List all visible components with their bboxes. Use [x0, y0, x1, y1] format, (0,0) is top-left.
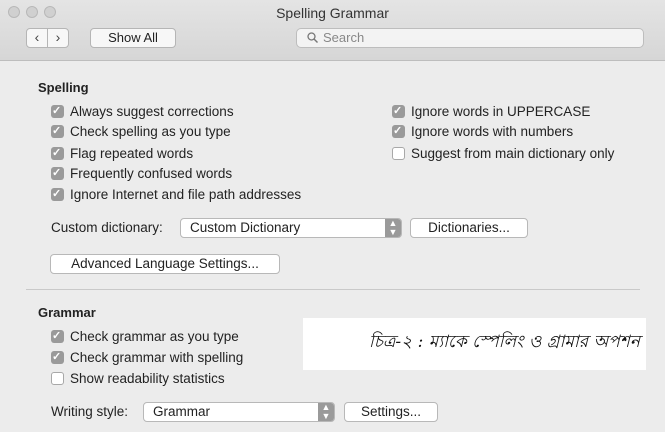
- checkbox-ignore-internet-addresses[interactable]: Ignore Internet and file path addresses: [51, 185, 301, 204]
- chevron-right-icon: ›: [55, 29, 61, 45]
- updown-chevron-icon: ▲ ▼: [318, 403, 334, 421]
- writing-style-select[interactable]: Grammar ▲ ▼: [143, 402, 335, 422]
- title-bar: Spelling Grammar ‹ › Show All Search: [0, 0, 665, 61]
- writing-style-value: Grammar: [153, 404, 210, 419]
- checkbox-check-spelling-as-you-type[interactable]: Check spelling as you type: [51, 122, 231, 141]
- grammar-settings-button[interactable]: Settings...: [344, 402, 438, 422]
- dictionaries-button[interactable]: Dictionaries...: [410, 218, 528, 238]
- checkbox-check-grammar-as-you-type[interactable]: Check grammar as you type: [51, 327, 239, 346]
- checkbox-checked-icon: [51, 164, 64, 182]
- checkbox-checked-icon: [51, 122, 64, 140]
- forward-button[interactable]: ›: [47, 28, 69, 48]
- checkbox-readability-statistics[interactable]: Show readability statistics: [51, 370, 225, 388]
- checkbox-ignore-numbers[interactable]: Ignore words with numbers: [392, 122, 573, 141]
- checkbox-unchecked-icon: [392, 147, 405, 160]
- show-all-button[interactable]: Show All: [90, 28, 176, 48]
- checkbox-checked-icon: [51, 102, 64, 120]
- spelling-heading: Spelling: [38, 80, 89, 95]
- checkbox-checked-icon: [392, 122, 405, 140]
- checkbox-checked-icon: [51, 144, 64, 162]
- search-icon: [307, 29, 318, 47]
- custom-dictionary-select[interactable]: Custom Dictionary ▲ ▼: [180, 218, 402, 238]
- checkbox-flag-repeated[interactable]: Flag repeated words: [51, 144, 193, 163]
- custom-dictionary-value: Custom Dictionary: [190, 220, 301, 235]
- back-button[interactable]: ‹: [26, 28, 48, 48]
- figure-caption: চিত্র-২ : ম্যাকে স্পেলিং ও গ্রামার অপশন: [303, 318, 646, 370]
- search-input[interactable]: Search: [296, 28, 644, 48]
- advanced-language-settings-button[interactable]: Advanced Language Settings...: [50, 254, 280, 274]
- checkbox-main-dictionary-only[interactable]: Suggest from main dictionary only: [392, 145, 614, 163]
- checkbox-frequently-confused[interactable]: Frequently confused words: [51, 164, 232, 183]
- checkbox-check-grammar-with-spelling[interactable]: Check grammar with spelling: [51, 348, 243, 367]
- search-placeholder: Search: [323, 30, 365, 45]
- updown-chevron-icon: ▲ ▼: [385, 219, 401, 237]
- section-divider: [26, 289, 640, 290]
- checkbox-always-suggest[interactable]: Always suggest corrections: [51, 102, 234, 121]
- custom-dictionary-label: Custom dictionary:: [51, 220, 163, 235]
- checkbox-checked-icon: [51, 327, 64, 345]
- chevron-left-icon: ‹: [34, 29, 40, 45]
- checkbox-unchecked-icon: [51, 372, 64, 385]
- window-title: Spelling Grammar: [276, 5, 389, 21]
- checkbox-checked-icon: [51, 348, 64, 366]
- checkbox-ignore-uppercase[interactable]: Ignore words in UPPERCASE: [392, 102, 590, 121]
- writing-style-label: Writing style:: [51, 404, 129, 419]
- grammar-heading: Grammar: [38, 305, 96, 320]
- checkbox-checked-icon: [51, 185, 64, 203]
- checkbox-checked-icon: [392, 102, 405, 120]
